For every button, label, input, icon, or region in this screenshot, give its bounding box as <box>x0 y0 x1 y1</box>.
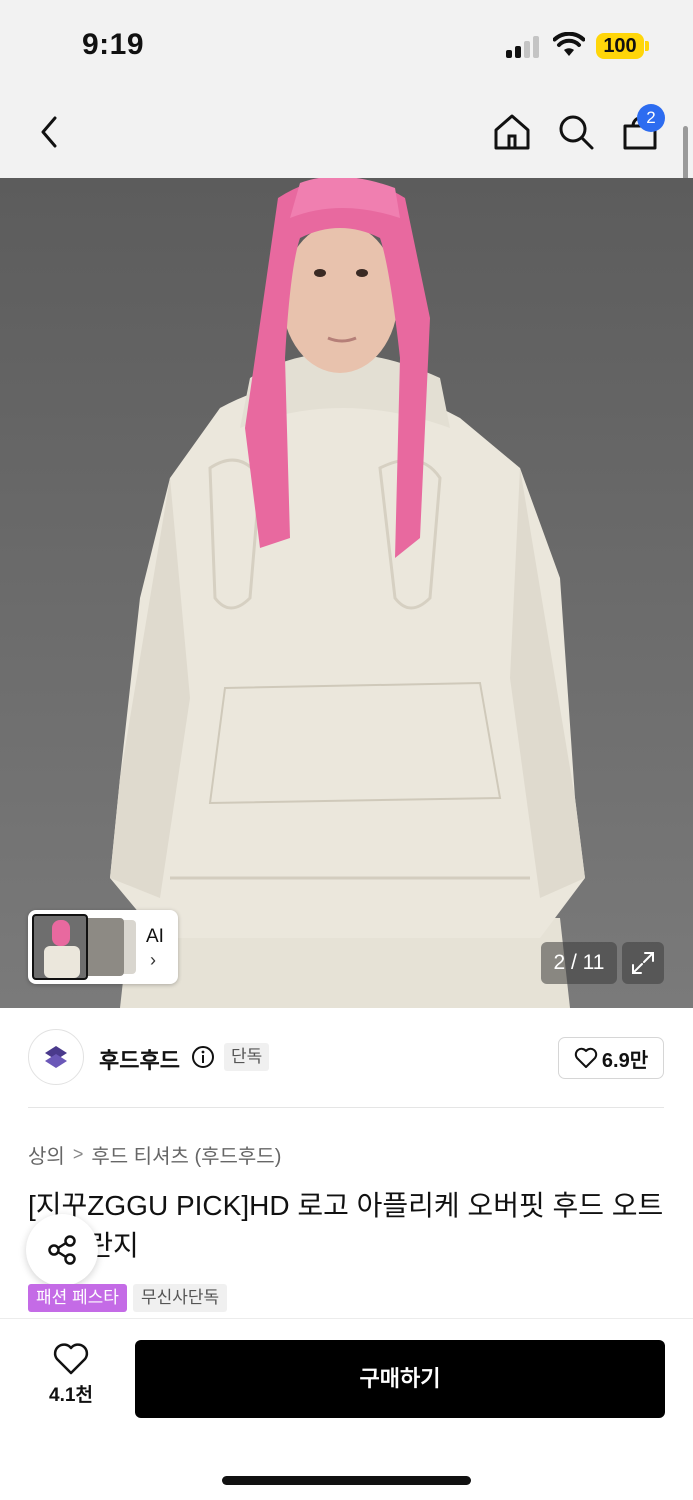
brand-logo-icon <box>45 1046 67 1068</box>
battery-nub <box>645 41 649 51</box>
breadcrumb: 상의 > 후드 티셔츠 (후드후드) <box>28 1140 281 1169</box>
expand-image-button[interactable] <box>622 942 664 984</box>
cellular-signal-icon <box>506 36 542 58</box>
info-icon[interactable] <box>191 1045 215 1069</box>
home-button[interactable] <box>490 110 534 154</box>
brand-like-count: 6.9만 <box>601 1049 649 1072</box>
wishlist-button[interactable]: 4.1천 <box>36 1342 106 1412</box>
brand-logo[interactable] <box>28 1029 84 1085</box>
brand-name[interactable]: 후드후드 <box>99 1043 180 1075</box>
breadcrumb-category[interactable]: 상의 <box>28 1140 65 1169</box>
chevron-right-icon: › <box>150 950 156 970</box>
ai-thumbnail-carousel[interactable]: AI › <box>28 910 178 984</box>
fashion-festa-tag: 패션 페스타 <box>28 1284 127 1312</box>
buy-button[interactable]: 구매하기 <box>135 1340 665 1418</box>
home-icon <box>494 114 530 150</box>
ai-label: AI <box>146 926 164 947</box>
product-image[interactable] <box>0 178 693 1008</box>
exclusive-tag: 단독 <box>224 1043 270 1071</box>
cart-count-badge: 2 <box>637 104 665 132</box>
search-button[interactable] <box>554 110 598 154</box>
chevron-left-icon <box>41 116 57 148</box>
status-time: 9:19 <box>82 28 145 61</box>
breadcrumb-separator-icon: > <box>72 1144 84 1164</box>
product-title: [지꾸ZGGU PICK]HD 로고 아플리케 오버핏 후드 오트밀 멜란지 <box>28 1190 664 1261</box>
breadcrumb-subcategory[interactable]: 후드 티셔츠 (후드후드) <box>91 1140 281 1169</box>
share-icon <box>48 1235 76 1265</box>
top-navigation <box>0 90 693 178</box>
wifi-icon <box>553 32 585 56</box>
product-photo <box>0 178 693 1008</box>
expand-icon <box>632 952 654 974</box>
musinsa-exclusive-tag: 무신사단독 <box>132 1284 228 1312</box>
battery-indicator: 100 <box>596 33 644 59</box>
heart-icon <box>53 1343 89 1375</box>
brand-like-button[interactable]: 6.9만 <box>558 1037 664 1079</box>
image-page-indicator: 2 / 11 <box>541 942 617 984</box>
share-button[interactable] <box>26 1214 98 1286</box>
search-icon <box>559 115 594 150</box>
thumbnail-2 <box>84 918 124 976</box>
wishlist-count: 4.1천 <box>49 1385 93 1406</box>
heart-icon <box>574 1047 598 1068</box>
product-tags: 패션 페스타 무신사단독 <box>28 1284 228 1312</box>
thumbnail-1 <box>32 914 88 980</box>
divider <box>28 1107 664 1108</box>
status-bar: 9:19 100 <box>0 0 693 90</box>
home-indicator <box>222 1476 471 1485</box>
back-button[interactable] <box>28 110 72 154</box>
